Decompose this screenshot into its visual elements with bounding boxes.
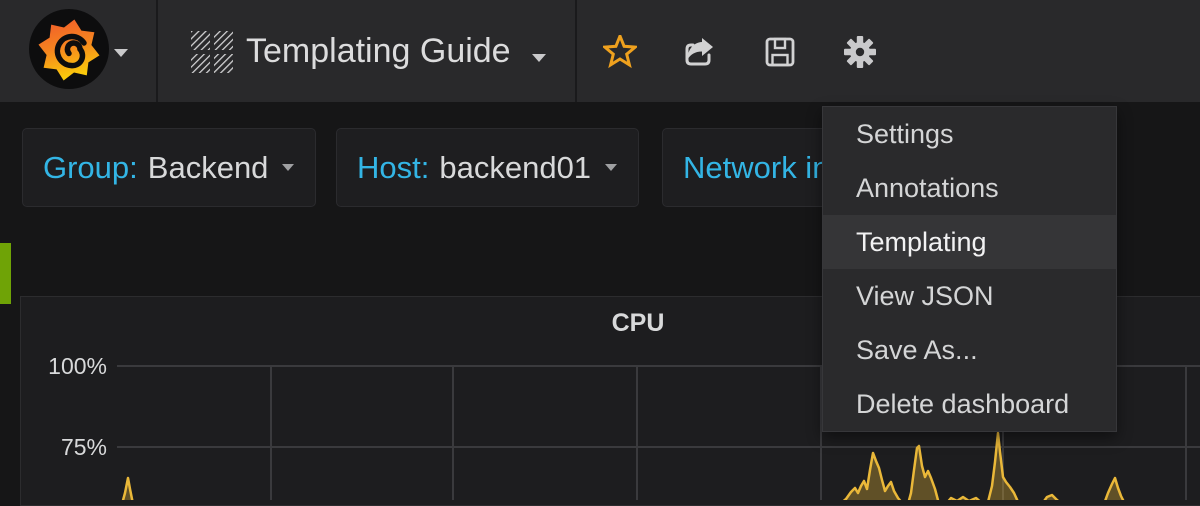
chevron-down-icon xyxy=(282,164,294,171)
gear-icon xyxy=(843,35,877,69)
variable-label: Network in xyxy=(683,150,829,185)
menu-item-templating[interactable]: Templating xyxy=(823,215,1116,269)
grafana-logo-icon xyxy=(29,9,109,89)
title-dropdown-caret-icon xyxy=(532,54,546,62)
menu-item-save-as[interactable]: Save As... xyxy=(823,323,1116,377)
dashboard-title: Templating Guide xyxy=(246,0,511,102)
menu-item-delete-dashboard[interactable]: Delete dashboard xyxy=(823,377,1116,431)
star-dashboard-button[interactable] xyxy=(603,35,637,69)
variable-selector-group[interactable]: Group: Backend xyxy=(22,128,316,207)
top-navbar: Templating Guide xyxy=(0,0,1200,102)
dashboard-title-dropdown[interactable]: Templating Guide xyxy=(160,0,577,102)
variable-selector-host[interactable]: Host: backend01 xyxy=(336,128,639,207)
save-dashboard-button[interactable] xyxy=(763,35,797,69)
dashboard-grid-icon xyxy=(191,31,233,73)
menu-item-annotations[interactable]: Annotations xyxy=(823,161,1116,215)
logo-dropdown-caret-icon xyxy=(114,49,128,57)
share-icon xyxy=(683,35,717,69)
grafana-logo-menu[interactable] xyxy=(0,0,158,102)
row-collapse-indicator[interactable] xyxy=(0,243,11,304)
variable-value: backend01 xyxy=(439,150,591,185)
variable-value: Backend xyxy=(148,150,269,185)
dashboard-settings-button[interactable] xyxy=(843,35,877,69)
variable-label: Group: xyxy=(43,150,138,185)
variable-label: Host: xyxy=(357,150,429,185)
share-dashboard-button[interactable] xyxy=(683,35,717,69)
star-icon xyxy=(603,35,637,69)
y-axis-tick-75: 75% xyxy=(30,432,107,462)
menu-item-view-json[interactable]: View JSON xyxy=(823,269,1116,323)
dashboard-settings-menu: Settings Annotations Templating View JSO… xyxy=(822,106,1117,432)
save-icon xyxy=(763,35,797,69)
chevron-down-icon xyxy=(605,164,617,171)
menu-item-settings[interactable]: Settings xyxy=(823,107,1116,161)
y-axis-tick-100: 100% xyxy=(30,351,107,381)
